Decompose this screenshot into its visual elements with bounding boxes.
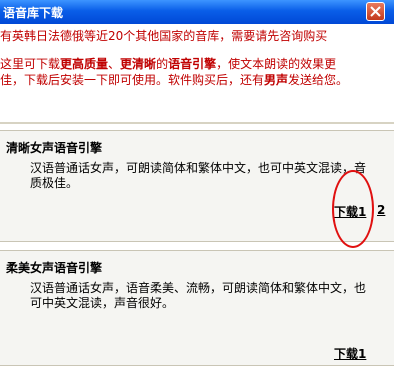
voice-description: 汉语普通话女声，可朗读简体和繁体中文，也可中英文混读，音质极佳。 <box>30 161 367 190</box>
intro-text-span: 的 <box>156 57 169 71</box>
intro-text-span: ，使文本朗读的效果更 <box>216 57 337 71</box>
voice-description: 汉语普通话女声，语音柔美、流畅，可朗读简体和繁体中文，也可中英文混读，声音很好。 <box>30 281 367 310</box>
voice-panel-soft-female: 柔美女声语音引擎 汉语普通话女声，语音柔美、流畅，可朗读简体和繁体中文，也可中英… <box>0 250 394 366</box>
separator <box>0 122 394 124</box>
intro-line-3: 佳，下载后安装一下即可使用。软件购买后，还有男声发送给您。 <box>0 72 390 88</box>
intro-line-1: 有英韩日法德俄等近20个其他国家的音库，需要请先咨询购买 <box>0 29 328 43</box>
download-link-2[interactable]: 2 <box>377 203 385 217</box>
highlight-engine: 语音引擎 <box>168 57 217 71</box>
close-button[interactable] <box>366 2 385 21</box>
voice-title: 清晰女声语音引擎 <box>6 141 103 155</box>
highlight-quality: 更高质量 <box>60 57 109 71</box>
window-title: 语音库下载 <box>3 6 64 20</box>
intro-line-2: 这里可下载更高质量、更清晰的语音引擎，使文本朗读的效果更 <box>0 56 390 72</box>
title-bar: 语音库下载 <box>0 0 394 24</box>
highlight-clarity: 更清晰 <box>120 57 157 71</box>
intro-text-span: 这里可下载 <box>0 57 61 71</box>
content-area: 有英韩日法德俄等近20个其他国家的音库，需要请先咨询购买 这里可下载更高质量、更… <box>0 24 394 366</box>
highlight-male-voice: 男声 <box>264 73 289 87</box>
intro-text-span: 、 <box>108 57 121 71</box>
intro-text-span: 发送给您。 <box>288 73 349 87</box>
voice-title: 柔美女声语音引擎 <box>6 261 103 275</box>
close-icon <box>370 6 381 17</box>
download-link-1[interactable]: 下载1 <box>334 345 366 362</box>
voice-panel-clear-female: 清晰女声语音引擎 汉语普通话女声，可朗读简体和繁体中文，也可中英文混读，音质极佳… <box>0 130 394 242</box>
intro-text: 有英韩日法德俄等近20个其他国家的音库，需要请先咨询购买 这里可下载更高质量、更… <box>0 28 390 88</box>
download-link-1[interactable]: 下载1 <box>334 203 366 220</box>
intro-text-span: 佳，下载后安装一下即可使用。软件购买后，还有 <box>0 73 265 87</box>
